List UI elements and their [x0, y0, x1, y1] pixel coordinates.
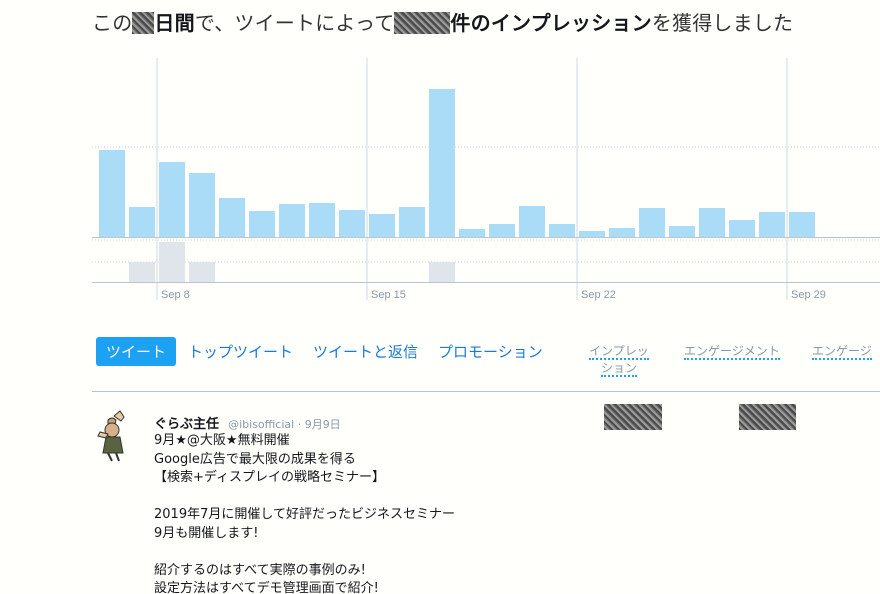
impressions-bar — [729, 220, 755, 237]
x-tick-label: Sep 8 — [161, 289, 190, 301]
impressions-bar — [579, 231, 605, 237]
impressions-bar — [369, 214, 395, 237]
table-divider — [92, 391, 880, 392]
impressions-bar — [219, 198, 245, 237]
impressions-bar — [309, 203, 335, 237]
tweet-tabs: ツイート トップツイート ツイートと返信 プロモーション — [96, 336, 563, 366]
impressions-bar — [99, 150, 125, 237]
tab-top-tweets[interactable]: トップツイート — [188, 341, 293, 362]
impressions-bar — [759, 212, 785, 237]
impressions-bar — [519, 206, 545, 237]
column-header-engagements[interactable]: エンゲージメント — [684, 343, 780, 360]
impressions-bar — [789, 212, 815, 237]
chart-svg: Sep 8 Sep 15 Sep 22 Sep 29 — [92, 58, 880, 301]
engagements-bar — [159, 242, 185, 282]
impressions-bar — [159, 162, 185, 237]
tab-promotions[interactable]: プロモーション — [438, 341, 543, 362]
tab-tweets[interactable]: ツイート — [96, 336, 177, 366]
tweet-author-name[interactable]: ぐらぶ主任 — [154, 417, 219, 432]
x-tick-label: Sep 29 — [791, 289, 826, 301]
engagements-bar — [429, 262, 455, 282]
redacted-engagements-value — [739, 404, 796, 430]
tweet-text[interactable]: 9月★@大阪★無料開催 Google広告で最大限の成果を得る 【検索+ディスプレ… — [154, 432, 455, 594]
impressions-chart: Sep 8 Sep 15 Sep 22 Sep 29 — [0, 0, 880, 310]
impressions-bar — [669, 226, 695, 237]
impressions-bar — [279, 204, 305, 237]
engagements-bar — [189, 262, 215, 282]
column-header-engagements-label: エンゲージメント — [684, 344, 780, 360]
impressions-bar — [429, 89, 455, 237]
avatar[interactable] — [96, 410, 138, 462]
impressions-bar — [129, 207, 155, 237]
impressions-bar — [339, 210, 365, 237]
impressions-bar — [489, 224, 515, 237]
impressions-bar — [189, 173, 215, 237]
engagements-bar — [129, 262, 155, 282]
redacted-impressions-value — [604, 404, 662, 430]
impressions-bar — [609, 228, 635, 237]
impressions-bar — [459, 229, 485, 237]
tab-tweets-and-replies[interactable]: ツイートと返信 — [313, 341, 418, 362]
x-tick-label: Sep 15 — [371, 289, 406, 301]
impressions-bar — [249, 211, 275, 237]
column-header-engagement-rate-label: エンゲージ — [812, 344, 872, 360]
impressions-bar — [399, 207, 425, 237]
tweet-header: ぐらぶ主任 @ibisofficial · 9月9日 — [154, 413, 341, 432]
impressions-bar — [549, 224, 575, 237]
column-header-engagement-rate[interactable]: エンゲージ — [812, 343, 880, 360]
impressions-bar — [699, 208, 725, 237]
impressions-bar — [639, 208, 665, 237]
column-header-impressions[interactable]: インプレッション — [588, 343, 650, 377]
tweet-handle-date[interactable]: @ibisofficial · 9月9日 — [228, 418, 341, 431]
column-header-impressions-label: インプレッション — [589, 344, 649, 377]
x-tick-label: Sep 22 — [581, 289, 616, 301]
